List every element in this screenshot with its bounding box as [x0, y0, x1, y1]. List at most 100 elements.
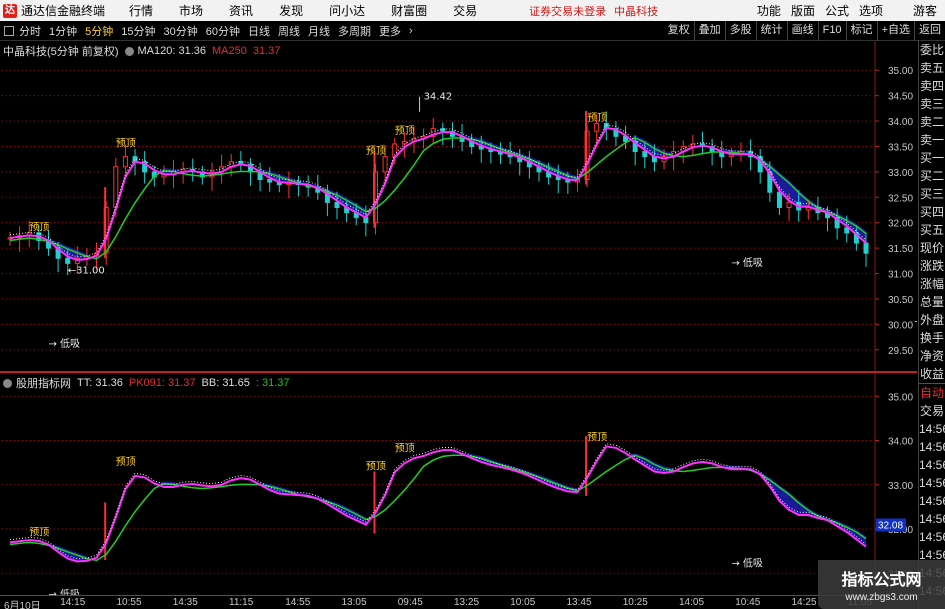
bb-label: BB: 31.65: [201, 377, 250, 389]
annotation-top-signal: 预顶: [395, 443, 415, 455]
chevron-right-icon[interactable]: ›: [409, 25, 413, 37]
time-axis-label: 14:15: [60, 597, 86, 608]
annotation-top-signal: 预顶: [29, 527, 49, 539]
menu-market[interactable]: 市场: [179, 2, 203, 19]
period-more[interactable]: 更多: [379, 23, 401, 39]
menu-layout[interactable]: 版面: [791, 2, 815, 19]
menu-functions[interactable]: 功能: [757, 2, 781, 19]
time-axis: 6月10日 14:15 10:55 14:35 11:15 14:55 13:05 09:45…: [0, 595, 917, 609]
menu-options[interactable]: 选项: [859, 2, 883, 19]
candle-body: [642, 151, 648, 158]
period-monthly[interactable]: 月线: [308, 23, 330, 39]
settings-circle-icon[interactable]: [124, 46, 134, 56]
menu-discover[interactable]: 发现: [279, 2, 303, 19]
annotation-top-signal: 预顶: [116, 137, 136, 149]
overlay-button[interactable]: 叠加: [693, 20, 725, 41]
period-toolbar: 分时 1分钟 5分钟 15分钟 30分钟 60分钟 日线 周线 月线 多周期 更…: [0, 20, 945, 41]
sidebar-mode-0[interactable]: 自动: [919, 384, 945, 402]
annotation-buy-signal: → 低吸: [48, 337, 80, 350]
menu-wealth-circle[interactable]: 财富圈: [391, 2, 427, 19]
y-tick-label: 30.50: [888, 295, 913, 306]
menu-ask-xiaoda[interactable]: 问小达: [329, 2, 365, 19]
sidebar-field-5: 卖一: [919, 133, 944, 147]
time-axis-label: 10:55: [116, 597, 142, 608]
annotation-buy-signal: → 低吸: [48, 588, 80, 595]
candle-body: [786, 201, 792, 208]
collapse-square-icon[interactable]: [4, 25, 14, 36]
menu-trade[interactable]: 交易: [453, 2, 477, 19]
draw-line-button[interactable]: 画线: [786, 20, 818, 41]
y-tick-label: 33.00: [888, 168, 913, 179]
annotation-buy-signal: → 低吸: [731, 557, 763, 570]
indicator-chart-svg[interactable]: 31.0032.0033.0034.0035.00→ 低吸→ 低吸预顶预顶预顶预…: [0, 373, 917, 601]
annotation-top-signal: 预顶: [29, 221, 49, 233]
sidebar-field-4: 卖二: [919, 115, 944, 129]
sidebar-field-10: 买五: [919, 223, 944, 237]
y-tick-label: 32.50: [888, 193, 913, 204]
sidebar-field-17: 净资: [919, 349, 944, 363]
sidebar-time-3: 14:56: [919, 476, 945, 490]
annotation-price: ←31.00: [68, 266, 105, 277]
sidebar-time-5: 14:56: [919, 512, 945, 526]
indicator-chart[interactable]: 31.0032.0033.0034.0035.00→ 低吸→ 低吸预顶预顶预顶预…: [0, 373, 917, 601]
annotation-buy-signal: → 低吸: [914, 314, 917, 327]
candle-body: [382, 156, 388, 173]
guest-user[interactable]: 游客: [913, 2, 937, 19]
menu-formula[interactable]: 公式: [825, 2, 849, 19]
mark-button[interactable]: 标记: [845, 20, 877, 41]
time-axis-label: 10:05: [510, 597, 536, 608]
sidebar-field-3: 卖三: [919, 97, 944, 111]
price-chart[interactable]: 29.50 30.00 30.50 31.00 31.50 32.00 32.50 33.00…: [0, 41, 945, 371]
sidebar-mode-1[interactable]: 交易: [919, 402, 945, 420]
annotation-top-signal: 预顶: [587, 432, 607, 444]
sidebar-field-13: 涨幅: [919, 277, 944, 291]
sidebar-time-2: 14:56: [919, 458, 945, 472]
period-60min[interactable]: 60分钟: [206, 23, 240, 39]
period-multi[interactable]: 多周期: [338, 23, 371, 39]
g-label: : 31.37: [255, 377, 290, 389]
indicator-name: 股朋指标网: [16, 378, 71, 390]
settings-circle-icon[interactable]: [3, 378, 12, 388]
panel-separator[interactable]: [0, 371, 917, 373]
menu-market-quotes[interactable]: 行情: [129, 2, 153, 19]
candle-body: [863, 242, 869, 254]
menu-news[interactable]: 资讯: [229, 2, 253, 19]
period-1min[interactable]: 1分钟: [49, 23, 77, 39]
back-button[interactable]: 返回: [914, 20, 945, 41]
series-line-green: [9, 454, 867, 562]
ma120-label: MA120: 31.36: [137, 45, 207, 57]
f10-button[interactable]: F10: [817, 20, 846, 41]
current-stock-name: 中晶科技: [614, 5, 659, 18]
price-chart-svg[interactable]: 29.50 30.00 30.50 31.00 31.50 32.00 32.50 33.00…: [0, 41, 945, 371]
time-axis-label: 14:05: [679, 597, 705, 608]
login-status[interactable]: 证券交易未登录: [529, 3, 606, 19]
app-logo-icon: 达: [3, 3, 17, 18]
sidebar-field-18: 收益: [919, 367, 944, 381]
annotation-top-signal: 预顶: [366, 460, 386, 472]
titlebar-right: 功能 版面 公式 选项 游客: [747, 2, 945, 19]
annotation-price: 34.42: [424, 92, 453, 103]
candle-body: [122, 156, 128, 168]
sidebar-time-0: 14:56: [919, 422, 945, 436]
time-axis-label: 13:05: [341, 597, 367, 608]
adjust-button[interactable]: 复权: [664, 21, 694, 41]
period-intraday[interactable]: 分时: [19, 23, 41, 39]
current-price-tag-text: 32.08: [878, 521, 903, 532]
watermark-url: www.zbgs3.com: [845, 592, 918, 603]
stats-button[interactable]: 统计: [755, 20, 787, 41]
multi-stock-button[interactable]: 多股: [724, 20, 756, 41]
y-tick-label: 33.00: [888, 481, 913, 492]
y-tick-label: 29.50: [888, 346, 913, 357]
candle-body: [334, 201, 340, 208]
period-daily[interactable]: 日线: [248, 23, 270, 39]
y-tick-label: 31.50: [888, 244, 913, 255]
time-axis-label: 14:55: [285, 597, 311, 608]
annotation-top-signal: 预顶: [395, 125, 415, 137]
time-axis-label: 14:35: [172, 597, 198, 608]
add-watchlist-button[interactable]: +自选: [876, 20, 914, 41]
period-5min[interactable]: 5分钟: [85, 23, 113, 39]
period-30min[interactable]: 30分钟: [164, 23, 198, 39]
period-15min[interactable]: 15分钟: [121, 23, 155, 39]
sidebar-field-14: 总量: [919, 295, 944, 309]
period-weekly[interactable]: 周线: [278, 23, 300, 39]
